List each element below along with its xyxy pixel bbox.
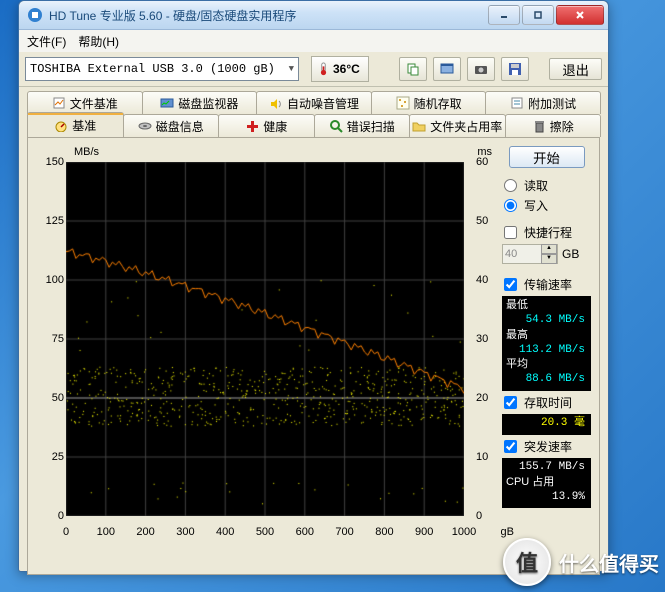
health-icon	[245, 119, 259, 133]
write-radio[interactable]	[504, 199, 517, 212]
minimize-button[interactable]	[488, 5, 520, 25]
benchmark-chart	[66, 162, 464, 516]
tab-info[interactable]: 磁盘信息	[123, 114, 220, 137]
save-button[interactable]	[501, 57, 529, 81]
info-icon	[138, 119, 152, 133]
extra-icon	[510, 96, 524, 110]
tab-errscan[interactable]: 错误扫描	[314, 114, 411, 137]
transfer-rate-label: 传输速率	[524, 276, 572, 293]
max-value: 113.2 MB/s	[502, 343, 591, 358]
errscan-icon	[329, 119, 343, 133]
tab-container: 文件基准磁盘监视器自动噪音管理随机存取附加测试 基准磁盘信息健康错误扫描文件夹占…	[19, 87, 608, 137]
aam-icon	[269, 96, 283, 110]
min-value: 54.3 MB/s	[502, 313, 591, 328]
window-title: HD Tune 专业版 5.60 - 硬盘/固态硬盘实用程序	[49, 7, 488, 24]
burst-value: 155.7 MB/s	[502, 460, 591, 475]
app-window: HD Tune 专业版 5.60 - 硬盘/固态硬盘实用程序 文件(F) 帮助(…	[18, 0, 609, 572]
write-label: 写入	[524, 197, 548, 214]
copy-icon	[406, 62, 420, 76]
chart-area: MB/s ms 02550751001251500102030405060010…	[36, 146, 496, 546]
watermark-text: 什么值得买	[559, 548, 659, 577]
copy-info-button[interactable]	[399, 57, 427, 81]
read-radio[interactable]	[504, 179, 517, 192]
x-unit: gB	[501, 526, 514, 538]
access-time-checkbox[interactable]	[504, 396, 517, 409]
window-copy-icon	[440, 62, 454, 76]
read-label: 读取	[524, 177, 548, 194]
disk-monitor-icon	[160, 96, 174, 110]
bench-icon	[54, 118, 68, 132]
shortcut-label: 快捷行程	[524, 224, 572, 241]
menu-file[interactable]: 文件(F)	[27, 33, 66, 50]
copy-screenshot-button[interactable]	[433, 57, 461, 81]
titlebar[interactable]: HD Tune 专业版 5.60 - 硬盘/固态硬盘实用程序	[19, 1, 608, 30]
y-left-unit: MB/s	[74, 146, 99, 158]
burst-rate-checkbox[interactable]	[504, 440, 517, 453]
file-bench-icon	[52, 96, 66, 110]
side-panel: 开始 读取 写入 快捷行程 ▲▼ GB 传输速率 最低 54.3 MB/s 最高…	[502, 146, 591, 566]
tab-random[interactable]: 随机存取	[371, 91, 487, 114]
temperature-chip[interactable]: 36°C	[311, 56, 369, 82]
transfer-stats: 最低 54.3 MB/s 最高 113.2 MB/s 平均 88.6 MB/s	[502, 296, 591, 391]
start-button[interactable]: 开始	[509, 146, 585, 168]
access-time-label: 存取时间	[524, 394, 572, 411]
erase-icon	[532, 119, 546, 133]
watermark: 值 什么值得买	[503, 538, 659, 586]
exit-button[interactable]: 退出	[549, 58, 602, 80]
access-stats: 20.3 毫	[502, 414, 591, 435]
screenshot-button[interactable]	[467, 57, 495, 81]
watermark-icon: 值	[503, 538, 551, 586]
shortcut-checkbox[interactable]	[504, 226, 517, 239]
tab-disk-monitor[interactable]: 磁盘监视器	[142, 91, 258, 114]
burst-rate-label: 突发速率	[524, 438, 572, 455]
gb-unit: GB	[562, 247, 579, 261]
close-button[interactable]	[556, 5, 604, 25]
tab-bench[interactable]: 基准	[27, 112, 124, 137]
tab-content: MB/s ms 02550751001251500102030405060010…	[27, 137, 600, 575]
temperature-value: 36°C	[333, 62, 360, 76]
burst-stats: 155.7 MB/s CPU 占用 13.9%	[502, 458, 591, 509]
tab-aam[interactable]: 自动噪音管理	[256, 91, 372, 114]
tab-erase[interactable]: 擦除	[505, 114, 602, 137]
thermometer-icon	[320, 62, 327, 76]
tab-file-bench[interactable]: 文件基准	[27, 91, 143, 114]
gb-spinner[interactable]: ▲▼	[502, 244, 558, 264]
cpu-value: 13.9%	[502, 490, 591, 505]
camera-icon	[474, 62, 488, 76]
avg-value: 88.6 MB/s	[502, 372, 591, 387]
maximize-button[interactable]	[522, 5, 554, 25]
app-icon	[27, 7, 43, 23]
random-icon	[396, 96, 410, 110]
tab-folder[interactable]: 文件夹占用率	[409, 114, 506, 137]
tab-extra[interactable]: 附加测试	[485, 91, 601, 114]
transfer-rate-checkbox[interactable]	[504, 278, 517, 291]
folder-icon	[412, 119, 426, 133]
floppy-icon	[508, 62, 522, 76]
toolbar: TOSHIBA External USB 3.0 (1000 gB) 36°C …	[19, 52, 608, 87]
drive-select[interactable]: TOSHIBA External USB 3.0 (1000 gB)	[25, 57, 299, 81]
menubar: 文件(F) 帮助(H)	[19, 30, 608, 52]
tab-health[interactable]: 健康	[218, 114, 315, 137]
menu-help[interactable]: 帮助(H)	[78, 33, 119, 50]
access-value: 20.3 毫	[502, 416, 591, 431]
